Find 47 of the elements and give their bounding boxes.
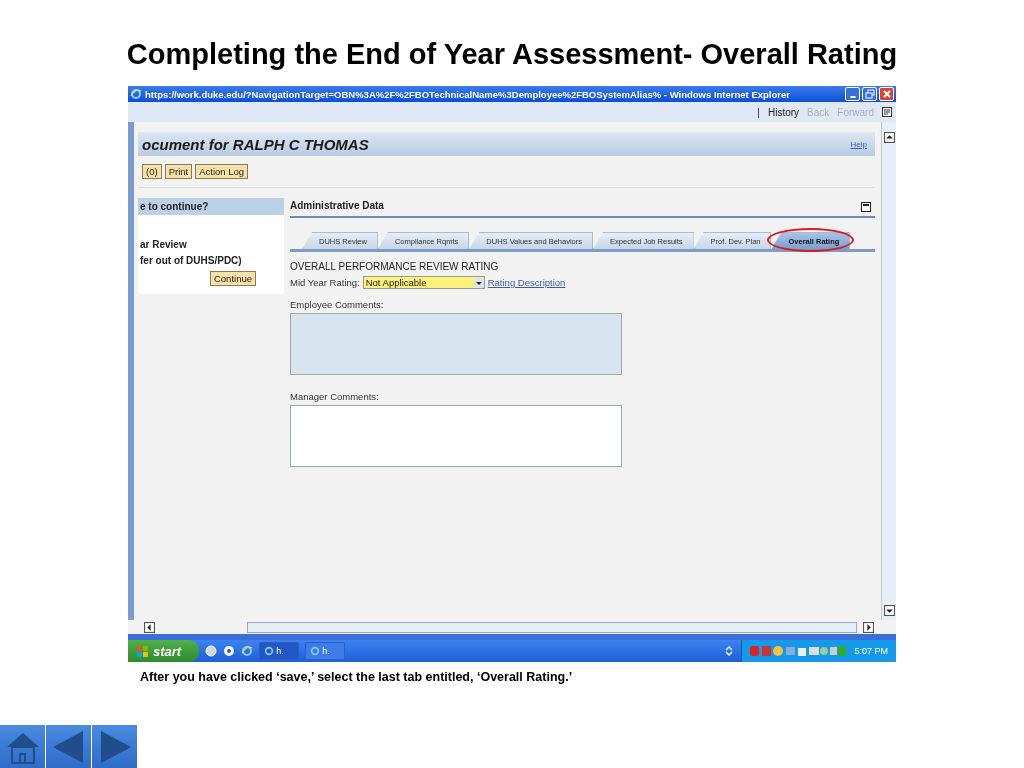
restore-button[interactable] [862,87,877,101]
previous-button[interactable] [46,725,91,768]
restore-icon [864,89,875,99]
close-icon [881,89,892,99]
comments-field[interactable] [290,405,622,467]
command-link[interactable]: History [767,106,800,118]
dropdown-caret-icon [473,277,484,288]
windows-flag-icon [136,644,149,658]
next-button[interactable] [92,725,137,768]
maximize-icon[interactable] [861,202,871,212]
panel-text: ar Review [140,239,188,250]
scroll-left-icon[interactable] [144,621,155,633]
scroll-up-icon[interactable] [883,132,895,143]
field-label: Mid Year Rating: [290,277,360,288]
slide-title: Completing the End of Year Assessment- Overall Rating [126,37,898,72]
command-link[interactable]: | [757,106,760,118]
field-label: Employee Comments: [290,299,385,310]
menu-icon[interactable] [882,107,892,117]
minimize-icon [849,96,856,98]
rating-description-link[interactable]: Rating Description [487,277,566,288]
window-title: https://work.duke.edu/?NavigationTarget=OBN%3A%2F%2FBOTechnicalName%3Demployee%2FBOSystemAlias% - Windows Internet Explorer [145,88,791,100]
taskbar-button[interactable]: h. [305,642,346,660]
form-heading: OVERALL PERFORMANCE REVIEW RATING [290,261,500,272]
taskbar-button[interactable]: h. [259,642,300,660]
quick-launch-icon[interactable] [223,645,236,657]
page-title: ocument for RALPH C THOMAS [142,135,369,153]
minimize-button[interactable] [845,87,860,101]
scroll-down-icon[interactable] [883,605,895,616]
scrollbar-thumb[interactable] [247,621,857,633]
continue-button[interactable]: Continue [209,271,256,286]
clock: 5:07 PM [854,646,888,656]
slide-caption: After you have clicked ‘save,’ select the last tab entitled, ‘Overall Rating.’ [140,670,574,684]
rating-dropdown[interactable]: Not Applicable [362,276,485,289]
panel-text: fer out of DUHS/PDC) [140,255,243,266]
section-title: Administrative Data [290,199,384,211]
toolbar-button[interactable]: (0) [142,164,162,179]
quick-launch-icon[interactable] [205,645,218,657]
field-label: Manager Comments: [290,391,380,402]
start-button[interactable]: start [128,640,200,662]
toolbar-button[interactable]: Action Log [195,164,249,179]
scroll-right-icon[interactable] [863,621,874,633]
toolbar-button[interactable]: Print [164,164,193,179]
home-button[interactable] [0,725,45,768]
panel-header: e to continue? [138,198,284,215]
close-button[interactable] [879,87,894,101]
help-link[interactable]: Help [850,139,867,149]
vertical-scrollbar[interactable] [881,122,896,620]
